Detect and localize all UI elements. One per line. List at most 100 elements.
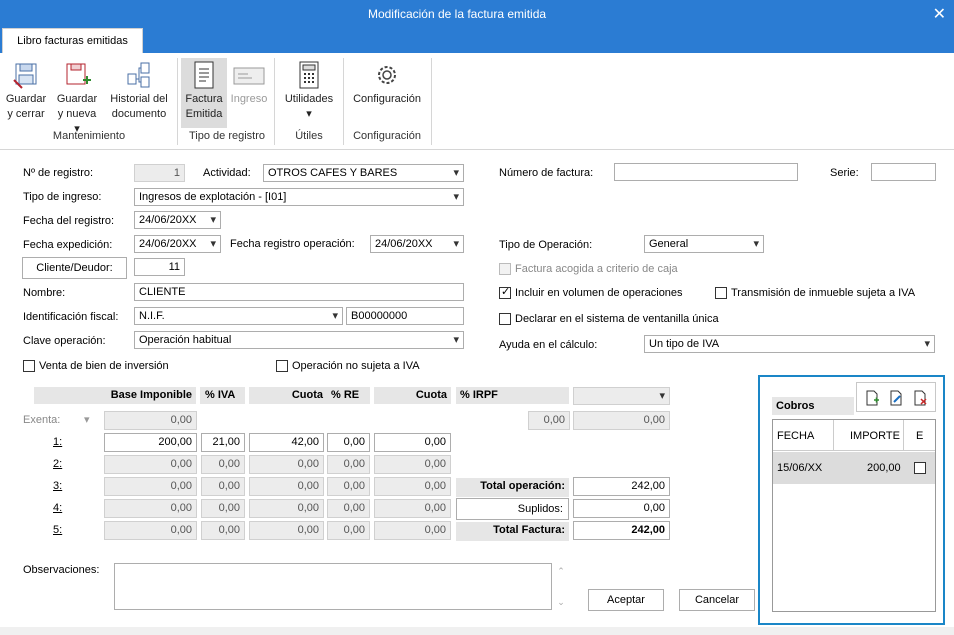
cliente-deudor-button[interactable]: Cliente/Deudor: (22, 257, 127, 279)
fecha-registro-input[interactable]: 24/06/20XX (134, 211, 221, 229)
grid-cell-cuota: 0,00 (249, 521, 324, 540)
row-number: 1: (53, 436, 63, 448)
grid-cell-re: 0,00 (327, 477, 370, 496)
transmision-checkbox[interactable] (715, 287, 727, 299)
ident-fiscal-label: Identificación fiscal: (23, 311, 119, 323)
cancelar-button[interactable]: Cancelar (679, 589, 755, 611)
observaciones-label: Observaciones: (23, 564, 100, 576)
title-bar: Modificación de la factura emitida ✕ (0, 0, 954, 29)
cobros-col-e: E (916, 430, 924, 442)
historial-button[interactable]: Historial del documento (106, 60, 172, 122)
row-number: 2: (53, 458, 63, 470)
grid-cell-re[interactable]: 0,00 (327, 433, 370, 452)
numero-factura-input[interactable] (614, 163, 798, 181)
save-close-icon (13, 63, 37, 89)
close-icon[interactable]: ✕ (933, 4, 946, 24)
irpf-select[interactable] (573, 387, 670, 405)
cobro-fecha: 15/06/XX (777, 462, 823, 474)
cobro-e-checkbox[interactable] (914, 462, 926, 474)
header-base: Base Imponible (34, 387, 196, 404)
fecha-reg-op-input[interactable]: 24/06/20XX (370, 235, 464, 253)
row-number: 4: (53, 502, 63, 514)
delete-doc-icon[interactable] (912, 390, 928, 406)
n-registro-field: 1 (134, 164, 185, 182)
grid-cell-iva[interactable]: 21,00 (201, 433, 245, 452)
ident-type-select[interactable]: N.I.F. (134, 307, 343, 325)
cobro-importe: 200,00 (867, 462, 901, 474)
table-row[interactable]: 15/06/XX 200,00 (773, 452, 935, 484)
guardar-nueva-button[interactable]: Guardar y nueva ▾ (54, 60, 100, 137)
n-registro-label: Nº de registro: (23, 167, 94, 179)
op-no-sujeta-label: Operación no sujeta a IVA (292, 360, 420, 372)
configuracion-button[interactable]: Configuración (348, 60, 426, 107)
status-strip (0, 627, 954, 635)
clave-op-label: Clave operación: (23, 335, 106, 347)
declarar-label: Declarar en el sistema de ventanilla úni… (515, 313, 719, 325)
nombre-input[interactable]: CLIENTE (134, 283, 464, 301)
cobros-panel: Cobros FECHA IMPORTE E 15/06/XX 200,00 (758, 375, 945, 625)
group-utiles: Útiles (295, 130, 323, 142)
nif-input[interactable]: B00000000 (346, 307, 464, 325)
factura-caja-checkbox[interactable] (499, 263, 511, 275)
header-re: % RE (327, 387, 370, 404)
row-number: 5: (53, 524, 63, 536)
cliente-code-input[interactable]: 11 (134, 258, 185, 276)
header-iva: % IVA (200, 387, 245, 404)
grid-cell-base: 0,00 (104, 455, 197, 474)
venta-inversion-label: Venta de bien de inversión (39, 360, 169, 372)
row-number: 3: (53, 480, 63, 492)
ayuda-select[interactable]: Un tipo de IVA (644, 335, 935, 353)
total-operacion-value: 242,00 (573, 477, 670, 496)
ingreso-button[interactable]: Ingreso (228, 60, 270, 107)
grid-cell-cuota: 0,00 (249, 477, 324, 496)
cobros-table: FECHA IMPORTE E 15/06/XX 200,00 (772, 419, 936, 612)
actividad-label: Actividad: (203, 167, 251, 179)
aceptar-button[interactable]: Aceptar (588, 589, 664, 611)
suplidos-value: 0,00 (573, 499, 670, 518)
guardar-cerrar-button[interactable]: Guardar y cerrar (4, 60, 48, 122)
incluir-volumen-checkbox[interactable] (499, 285, 511, 299)
fecha-expedicion-input[interactable]: 24/06/20XX (134, 235, 221, 253)
incluir-volumen-label: Incluir en volumen de operaciones (515, 287, 683, 299)
new-doc-icon[interactable] (864, 390, 880, 406)
grid-cell-iva: 0,00 (201, 499, 245, 518)
fecha-registro-label: Fecha del registro: (23, 215, 115, 227)
group-configuracion: Configuración (353, 130, 421, 142)
total-factura-label: Total Factura: (456, 522, 569, 541)
op-no-sujeta-checkbox[interactable] (276, 360, 288, 372)
tipo-operacion-select[interactable]: General (644, 235, 764, 253)
grid-cell-cuota: 0,00 (249, 455, 324, 474)
tipo-ingreso-select[interactable]: Ingresos de explotación - [I01] (134, 188, 464, 206)
venta-inversion-checkbox[interactable] (23, 360, 35, 372)
edit-doc-icon[interactable] (888, 390, 904, 406)
total-operacion-label: Total operación: (456, 478, 569, 497)
grid-cell-base[interactable]: 200,00 (104, 433, 197, 452)
exenta-dropdown-icon[interactable]: ▾ (84, 413, 90, 426)
actividad-select[interactable]: OTROS CAFES Y BARES (263, 164, 464, 182)
observaciones-textarea[interactable] (114, 563, 552, 610)
grid-cell-iva: 0,00 (201, 521, 245, 540)
exenta-label: Exenta: (23, 414, 61, 426)
observaciones-scrollbar[interactable]: ⌃ ⌄ (553, 563, 569, 610)
declarar-checkbox[interactable] (499, 313, 511, 325)
exenta-base: 0,00 (104, 411, 197, 430)
nombre-label: Nombre: (23, 287, 66, 299)
grid-cell-cuota2: 0,00 (374, 455, 451, 474)
utilidades-button[interactable]: Utilidades ▾ (280, 60, 338, 122)
tab-libro-facturas[interactable]: Libro facturas emitidas (2, 28, 143, 54)
grid-cell-cuota2: 0,00 (374, 477, 451, 496)
tipo-ingreso-label: Tipo de ingreso: (23, 191, 102, 203)
cobros-col-importe: IMPORTE (850, 430, 900, 442)
grid-cell-cuota2[interactable]: 0,00 (374, 433, 451, 452)
window-title: Modificación de la factura emitida (367, 7, 547, 21)
ayuda-label: Ayuda en el cálculo: (499, 339, 598, 351)
clave-op-select[interactable]: Operación habitual (134, 331, 464, 349)
grid-cell-base: 0,00 (104, 521, 197, 540)
grid-cell-cuota[interactable]: 42,00 (249, 433, 324, 452)
suplidos-button[interactable]: Suplidos: (456, 498, 569, 520)
serie-input[interactable] (871, 163, 936, 181)
group-tipo-registro: Tipo de registro (188, 130, 266, 142)
factura-emitida-button[interactable]: Factura Emitida (181, 58, 227, 128)
factura-caja-label: Factura acogida a criterio de caja (515, 263, 678, 275)
group-mantenimiento: Mantenimiento (52, 130, 126, 142)
